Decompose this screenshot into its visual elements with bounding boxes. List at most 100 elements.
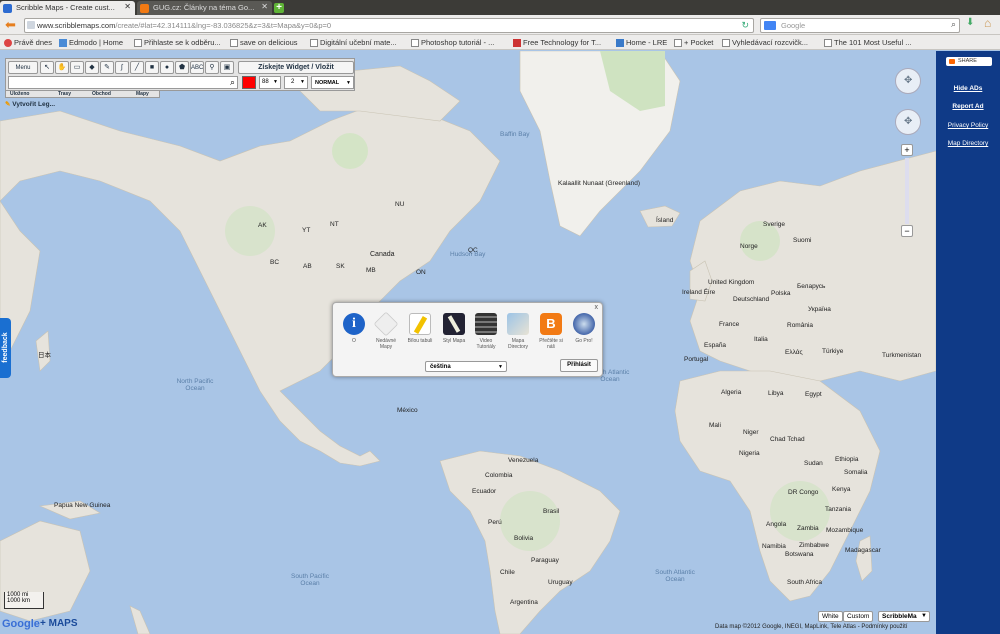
- download-icon[interactable]: ⬇: [966, 17, 974, 28]
- search-icon[interactable]: ⌕: [951, 19, 956, 30]
- maptype-custom-button[interactable]: Custom: [843, 611, 874, 622]
- about-item[interactable]: iO: [339, 313, 369, 344]
- label-ethiopia: Ethiopia: [835, 456, 859, 463]
- label-bc: BC: [270, 259, 280, 266]
- google-icon[interactable]: [764, 21, 776, 30]
- back-arrow-icon[interactable]: ⬅: [5, 17, 16, 33]
- tab-scribblemaps[interactable]: Scribble Maps - Create cust... ✕: [0, 1, 135, 15]
- label-png: Papua New Guinea: [54, 502, 111, 509]
- image-tool-icon[interactable]: ▣: [220, 61, 234, 74]
- label-hudson-bay: Hudson Bay: [450, 251, 486, 258]
- url-input[interactable]: www.scribblemaps.com/create/#lat=42.3141…: [24, 18, 754, 33]
- line-width-select[interactable]: 2 ▼: [284, 76, 308, 89]
- line-tool-icon[interactable]: ╱: [130, 61, 144, 74]
- maptype-scribblemaps-select[interactable]: ScribbleMa ▼: [878, 611, 930, 622]
- search-input[interactable]: Google ⌕: [760, 18, 960, 33]
- search-placeholder: Google: [781, 21, 806, 30]
- blog-item[interactable]: B Přečtěte si náš: [536, 313, 566, 350]
- language-select[interactable]: čeština ▼: [425, 361, 507, 372]
- map-directory-item[interactable]: Mapa Directory: [503, 313, 533, 350]
- recent-maps-item[interactable]: Nedávné Mapy: [371, 311, 401, 350]
- blend-mode-select[interactable]: NORMAL ▼: [311, 76, 354, 89]
- fill-tool-icon[interactable]: ◆: [85, 61, 99, 74]
- color-picker[interactable]: [242, 76, 256, 89]
- zoom-slider[interactable]: [905, 158, 909, 224]
- chevron-down-icon: ▼: [921, 613, 927, 619]
- font-size-select[interactable]: 88 ▼: [259, 76, 281, 89]
- home-icon[interactable]: ⌂: [984, 16, 991, 30]
- search-icon[interactable]: ⌕: [230, 77, 235, 88]
- go-pro-item[interactable]: Go Pro!: [569, 313, 599, 344]
- url-path: /create/#lat=42.314111&lng=-83.036825&z=…: [115, 21, 332, 30]
- polygon-tool-icon[interactable]: ⬟: [175, 61, 189, 74]
- hand-tool-icon[interactable]: ✋: [55, 61, 69, 74]
- close-tab-icon[interactable]: ✕: [261, 2, 268, 11]
- site-identity-icon[interactable]: [27, 21, 35, 29]
- menu-button[interactable]: Menu: [8, 61, 38, 74]
- eraser-tool-icon[interactable]: ▭: [70, 61, 84, 74]
- zoom-out-button[interactable]: −: [901, 225, 913, 237]
- text-tool-icon[interactable]: ABC: [190, 61, 204, 74]
- bookmark-item[interactable]: Vyhledávací rozcvičk...: [722, 38, 808, 47]
- report-ad-link[interactable]: Report Ad: [936, 103, 1000, 110]
- bookmark-item[interactable]: The 101 Most Useful ...: [824, 38, 912, 47]
- label-uk: United Kingdom: [708, 279, 755, 286]
- feedback-tab[interactable]: feedback: [0, 318, 11, 378]
- chevron-down-icon: ▼: [498, 364, 503, 370]
- tab-title: Scribble Maps - Create cust...: [16, 3, 115, 12]
- label-north-pacific: North Pacific Ocean: [176, 378, 214, 392]
- hide-ads-link[interactable]: Hide ADs: [936, 85, 1000, 92]
- label-polska: Polska: [771, 290, 791, 297]
- video-tutorials-item[interactable]: Video Tutoriály: [471, 313, 501, 350]
- rectangle-tool-icon[interactable]: ■: [145, 61, 159, 74]
- search-input[interactable]: ⌕: [8, 76, 238, 89]
- circle-tool-icon[interactable]: ●: [160, 61, 174, 74]
- tab-gug[interactable]: GUG.cz: Články na téma Go... ✕: [137, 1, 272, 15]
- label-venezuela: Venezuela: [508, 457, 539, 464]
- whiteboard-item[interactable]: Bílou tabuli: [405, 313, 435, 344]
- map-style-item[interactable]: Styl Mapa: [439, 313, 469, 344]
- create-legend-button[interactable]: ✎ Vytvořit Leg...: [5, 100, 55, 108]
- rotate-control[interactable]: ✥: [895, 109, 921, 135]
- share-button[interactable]: SHARE: [946, 57, 992, 66]
- chevron-down-icon: ▼: [346, 80, 351, 86]
- close-icon[interactable]: x: [595, 304, 599, 311]
- bookmark-item[interactable]: Free Technology for T...: [513, 38, 601, 47]
- close-tab-icon[interactable]: ✕: [124, 2, 131, 11]
- tab-routes[interactable]: Trasy: [58, 91, 71, 97]
- login-button[interactable]: Přihlásit: [560, 359, 598, 372]
- google-logo: Google: [2, 618, 40, 630]
- curve-tool-icon[interactable]: ∫: [115, 61, 129, 74]
- bookmark-item[interactable]: Právě dnes: [4, 38, 52, 47]
- new-tab-button[interactable]: +: [274, 3, 284, 13]
- tab-shop[interactable]: Obchod: [92, 91, 111, 97]
- reload-icon[interactable]: ↻: [741, 20, 749, 31]
- tab-maps[interactable]: Mapy: [136, 91, 149, 97]
- bookmark-item[interactable]: Přihlaste se k odběru...: [134, 38, 221, 47]
- bookmark-item[interactable]: Digitální učební mate...: [310, 38, 397, 47]
- tab-saved[interactable]: Uloženo: [10, 91, 29, 97]
- pan-arrows-icon[interactable]: ✥: [904, 75, 912, 86]
- pointer-tool-icon[interactable]: ↖: [40, 61, 54, 74]
- bookmarks-bar: Právě dnes Edmodo | Home Přihlaste se k …: [0, 35, 1000, 50]
- label-baffin-bay: Baffin Bay: [500, 131, 530, 138]
- label-south-africa: South Africa: [787, 579, 823, 586]
- bookmark-item[interactable]: + Pocket: [674, 38, 713, 47]
- bookmark-item[interactable]: Photoshop tutoriál - ...: [411, 38, 494, 47]
- maptype-white-button[interactable]: White: [818, 611, 843, 622]
- navigation-bar: ⬅ www.scribblemaps.com/create/#lat=42.31…: [0, 15, 1000, 35]
- zoom-in-button[interactable]: +: [901, 144, 913, 156]
- scribblemaps-logo: + MAPS: [40, 618, 78, 629]
- marker-tool-icon[interactable]: ⚲: [205, 61, 219, 74]
- privacy-policy-link[interactable]: Privacy Policy: [936, 122, 1000, 129]
- bookmark-item[interactable]: Home - LRE: [616, 38, 667, 47]
- bookmark-item[interactable]: save on delicious: [230, 38, 298, 47]
- pan-control[interactable]: ✥: [895, 68, 921, 94]
- rotate-arrows-icon[interactable]: ✥: [904, 116, 912, 127]
- label-deutschland: Deutschland: [733, 296, 770, 303]
- pencil-tool-icon[interactable]: ✎: [100, 61, 114, 74]
- map-directory-link[interactable]: Map Directory: [936, 140, 1000, 147]
- bookmark-item[interactable]: Edmodo | Home: [59, 38, 123, 47]
- label-tanzania: Tanzania: [825, 506, 852, 513]
- widget-embed-button[interactable]: Získejte Widget / Vložit: [238, 61, 354, 74]
